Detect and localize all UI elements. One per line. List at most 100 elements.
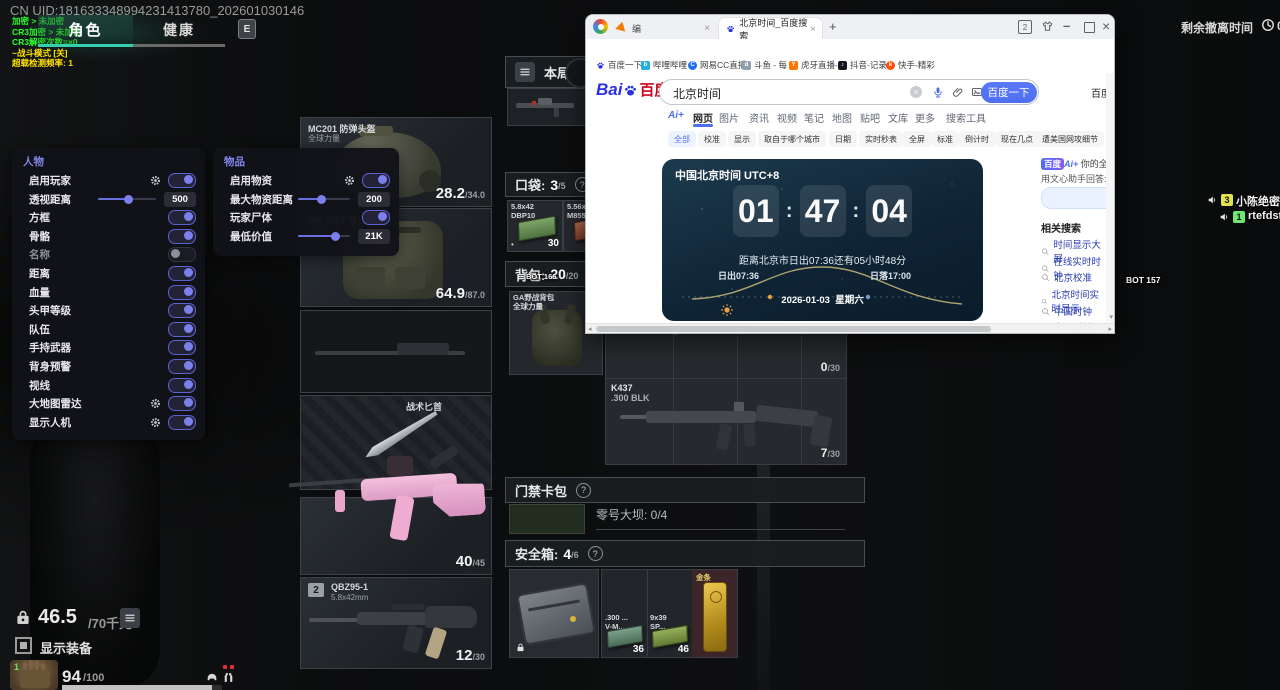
slider-esp-distance[interactable] (98, 198, 156, 200)
item-esp-panel: 物品 启用物资 最大物资距离 200 玩家尸体 最低价值 21K (213, 148, 399, 256)
chip-what-time[interactable]: 现在几点 (995, 131, 1039, 147)
chip-standard[interactable]: 标准 (931, 131, 959, 147)
value-loot-distance[interactable]: 200 (358, 192, 390, 207)
nav-video[interactable]: 视频 (777, 110, 797, 125)
skin-shirt-icon[interactable] (1041, 20, 1054, 33)
bookmark-bilibili[interactable]: b哔哩哔哩 (641, 59, 687, 71)
backpack-weapon-k437[interactable]: K437.300 BLK 7/30 (606, 378, 846, 464)
bookmark-kuaishou[interactable]: k快手-精彩 (886, 59, 935, 71)
browser-tab-2[interactable]: 北京时间_百度搜索 × (718, 17, 823, 40)
bookmark-douyu[interactable]: d斗鱼 - 每 (742, 59, 787, 71)
keycard-help-icon[interactable]: ? (576, 483, 591, 498)
gear-card-rifle-dark[interactable] (300, 310, 492, 393)
scroll-right-icon[interactable]: ▸ (1108, 325, 1112, 333)
ai-answer-teaser[interactable]: 百度Ai+ 你的全能搜 (1041, 157, 1106, 170)
value-min-value[interactable]: 21K (358, 229, 390, 244)
gear-card-qbz[interactable]: 2 QBZ95-1 5.8x42mm 12/30 (300, 577, 492, 669)
gear-icon[interactable] (150, 417, 161, 428)
safebox-item-gold-bar[interactable]: 金条 (692, 570, 737, 657)
search-button[interactable]: 百度一下 (981, 82, 1037, 103)
toggle-enable-players[interactable] (168, 173, 196, 188)
chip-all[interactable]: 全部 (668, 131, 696, 147)
search-box[interactable]: 北京时间 × 百度一下 (659, 79, 1039, 105)
related-link-3[interactable]: 北京校准 (1041, 270, 1092, 284)
minimize-button[interactable]: – (1063, 18, 1070, 33)
safebox-item-300blk[interactable]: .300 ...V-M... 36 (602, 570, 647, 657)
gear-icon[interactable] (150, 175, 161, 186)
keycard-slot[interactable] (509, 504, 585, 534)
toggle-map-radar[interactable] (168, 396, 196, 411)
close-window-button[interactable]: × (1102, 18, 1110, 34)
gear-icon[interactable] (150, 398, 161, 409)
nav-web[interactable]: 网页 (693, 110, 713, 125)
safebox-help-icon[interactable]: ? (588, 546, 603, 561)
chip-cyberattack-news[interactable]: 遭美国网攻细节 (1036, 131, 1104, 147)
scroll-left-icon[interactable]: ◂ (588, 325, 592, 333)
show-equipment-checkbox[interactable] (15, 637, 32, 654)
toggle-enable-loot[interactable] (362, 173, 390, 188)
toggle-health[interactable] (168, 285, 196, 300)
related-link-5[interactable]: 中国时钟 (1041, 304, 1092, 318)
browser-tab-1[interactable]: 编 × (610, 18, 716, 39)
toggle-held-weapon[interactable] (168, 340, 196, 355)
nav-tools[interactable]: 搜索工具 (946, 110, 986, 125)
baidu-home-link[interactable]: 百度首页 (1091, 85, 1106, 100)
bookmark-huya[interactable]: Y虎牙直播- (789, 59, 838, 71)
scroll-down-icon[interactable]: ▾ (1109, 313, 1113, 321)
chip-calibrate[interactable]: 校准 (698, 131, 726, 147)
loot-weapon-tile[interactable] (507, 88, 587, 126)
bookmark-douyin[interactable]: ♪抖音-记录 (838, 59, 887, 71)
toggle-team[interactable] (168, 322, 196, 337)
chip-display[interactable]: 显示 (728, 131, 756, 147)
ai-input-box[interactable] (1041, 187, 1106, 209)
clear-search-icon[interactable]: × (910, 86, 922, 98)
new-tab-button[interactable]: + (829, 19, 837, 34)
value-esp-distance[interactable]: 500 (164, 192, 196, 207)
close-icon[interactable]: × (810, 24, 816, 35)
slider-loot-distance[interactable] (298, 198, 350, 200)
gear-card-pink-rifle[interactable]: 40/45 (300, 497, 492, 575)
bookmark-baidu[interactable]: 百度一下. (596, 59, 644, 71)
nav-tieba[interactable]: 贴吧 (860, 110, 880, 125)
tab-character[interactable]: 角色 (38, 15, 133, 47)
nav-maps[interactable]: 地图 (832, 110, 852, 125)
attachment-icon[interactable] (952, 86, 964, 98)
nav-ai[interactable]: Ai+ (668, 110, 684, 121)
mic-icon[interactable] (932, 86, 944, 98)
toggle-player-corpse[interactable] (362, 210, 390, 225)
chip-stopwatch[interactable]: 实时秒表 (859, 131, 903, 147)
toggle-line-of-sight[interactable] (168, 378, 196, 393)
toggle-name[interactable] (168, 247, 196, 262)
tab-health[interactable]: 健康 (133, 15, 225, 47)
safebox-item-9x39[interactable]: 9x39SP... 46 (647, 570, 692, 657)
pocket-item-ammo-green[interactable]: 5.8x42DBP10 • 30 (507, 200, 563, 252)
toggle-armor-level[interactable] (168, 303, 196, 318)
safebox-case-tile[interactable] (509, 569, 599, 658)
toggle-distance[interactable] (168, 266, 196, 281)
toggle-box[interactable] (168, 210, 196, 225)
gear-icon[interactable] (344, 175, 355, 186)
nav-wenku[interactable]: 文库 (888, 110, 908, 125)
chip-fullscreen[interactable]: 全屏 (903, 131, 931, 147)
toggle-show-bots[interactable] (168, 415, 196, 430)
maximize-button[interactable] (1084, 22, 1095, 33)
horizontal-scrollbar[interactable]: ◂ ▸ (586, 323, 1114, 334)
chip-date[interactable]: 日期 (829, 131, 857, 147)
nav-images[interactable]: 图片 (719, 110, 739, 125)
toggle-skeleton[interactable] (168, 229, 196, 244)
chip-which-city[interactable]: 取自于哪个城市 (758, 131, 826, 147)
equipment-list-button[interactable] (120, 608, 140, 628)
tab-count-icon[interactable]: 2 (1018, 20, 1032, 34)
close-icon[interactable]: × (704, 23, 710, 34)
toggle-back-warning[interactable] (168, 359, 196, 374)
browser-logo-icon[interactable] (593, 19, 608, 34)
scrollbar-thumb[interactable] (596, 326, 991, 332)
loot-list-icon[interactable] (515, 62, 535, 82)
chip-countdown[interactable]: 倒计时 (959, 131, 995, 147)
nav-notes[interactable]: 笔记 (804, 110, 824, 125)
nav-news[interactable]: 资讯 (749, 110, 769, 125)
vertical-scrollbar[interactable]: ▾ (1106, 73, 1114, 323)
slider-min-value[interactable] (298, 235, 350, 237)
bookmark-cc[interactable]: C网易CC直播 (688, 59, 746, 71)
nav-more[interactable]: 更多 (915, 110, 935, 125)
